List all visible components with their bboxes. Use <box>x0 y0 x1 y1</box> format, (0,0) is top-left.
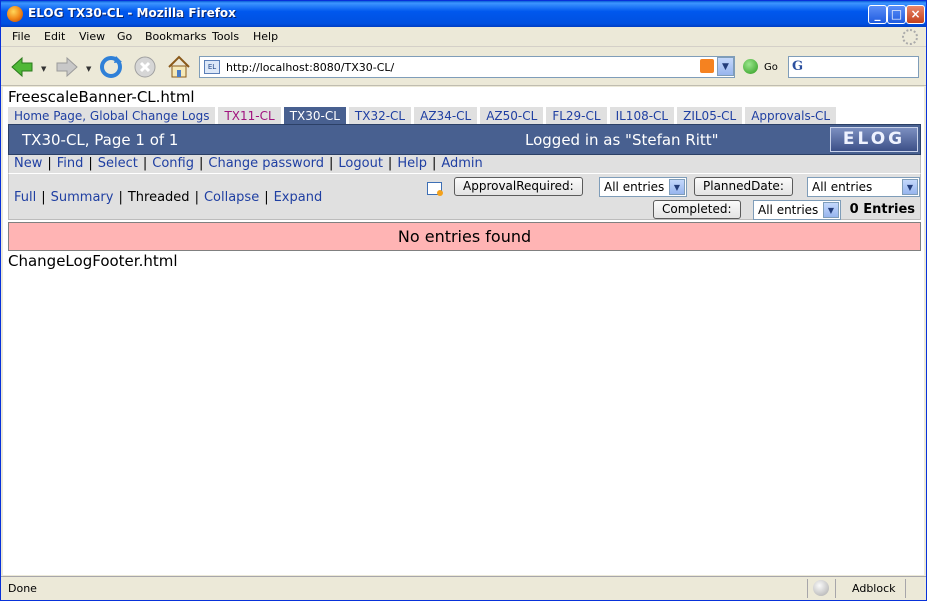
expand-link[interactable]: Expand <box>274 190 323 205</box>
admin-link[interactable]: Admin <box>441 156 482 171</box>
completed-button[interactable]: Completed: <box>653 200 741 219</box>
url-dropdown-icon[interactable]: ▼ <box>717 57 734 76</box>
help-link[interactable]: Help <box>397 156 427 171</box>
url-input[interactable]: EL http://localhost:8080/TX30-CL/ <box>199 56 735 78</box>
logged-in-user: Logged in as "Stefan Ritt" <box>525 131 719 149</box>
view-summary-link[interactable]: Summary <box>51 190 114 205</box>
menu-view[interactable]: View <box>79 30 105 43</box>
planned-date-button[interactable]: PlannedDate: <box>694 177 793 196</box>
page-title: TX30-CL, Page 1 of 1 <box>22 131 179 149</box>
browser-window: ELOG TX30-CL - Mozilla Firefox _ □ × Fil… <box>0 0 927 601</box>
status-text: Done <box>8 582 37 595</box>
logbook-header: TX30-CL, Page 1 of 1 Logged in as "Stefa… <box>8 124 921 155</box>
status-divider <box>835 579 836 598</box>
logbook-tabs: Home Page, Global Change Logs TX11-CL TX30… <box>8 107 839 125</box>
no-entries-message: No entries found <box>8 222 921 251</box>
status-bar: Done Adblock <box>1 576 926 600</box>
chevron-down-icon: ▼ <box>823 202 839 218</box>
menu-bar: File Edit View Go Bookmarks Tools Help <box>1 27 926 47</box>
menu-go[interactable]: Go <box>117 30 132 43</box>
navigation-toolbar: ▼ ▼ EL http://localhost:8080/TX30-CL/ ▼ … <box>1 48 926 86</box>
go-icon[interactable] <box>743 59 758 74</box>
menu-help[interactable]: Help <box>253 30 278 43</box>
entries-count: 0 Entries <box>849 202 915 217</box>
maximize-button[interactable]: □ <box>887 5 906 24</box>
forward-dropdown-icon[interactable]: ▼ <box>86 65 91 73</box>
back-dropdown-icon[interactable]: ▼ <box>41 65 46 73</box>
completed-select[interactable]: All entries ▼ <box>753 200 841 220</box>
url-text[interactable]: http://localhost:8080/TX30-CL/ <box>226 61 394 74</box>
collapse-link[interactable]: Collapse <box>204 190 259 205</box>
footer-text: ChangeLogFooter.html <box>8 252 178 270</box>
chevron-down-icon: ▼ <box>669 179 685 195</box>
firefox-icon <box>7 6 23 22</box>
status-divider <box>807 579 808 598</box>
find-link[interactable]: Find <box>57 156 84 171</box>
tab-az50-cl[interactable]: AZ50-CL <box>480 107 544 124</box>
window-title: ELOG TX30-CL - Mozilla Firefox <box>28 6 236 20</box>
title-bar: ELOG TX30-CL - Mozilla Firefox _ □ × <box>1 1 926 27</box>
back-arrow-icon[interactable] <box>9 54 35 80</box>
throbber-icon <box>902 29 918 45</box>
page-content: FreescaleBanner-CL.html Home Page, Globa… <box>3 87 924 575</box>
select-link[interactable]: Select <box>98 156 138 171</box>
new-link[interactable]: New <box>14 156 42 171</box>
search-engine-icon[interactable]: G <box>792 59 803 74</box>
elog-logo[interactable]: ELOG <box>830 127 918 152</box>
view-full-link[interactable]: Full <box>14 190 36 205</box>
tab-fl29-cl[interactable]: FL29-CL <box>546 107 607 124</box>
change-password-link[interactable]: Change password <box>208 156 324 171</box>
calendar-icon[interactable] <box>427 182 443 196</box>
config-link[interactable]: Config <box>152 156 194 171</box>
minimize-button[interactable]: _ <box>868 5 887 24</box>
tab-home-page[interactable]: Home Page, Global Change Logs <box>8 107 216 124</box>
rss-feed-icon[interactable] <box>700 59 714 73</box>
reload-icon[interactable] <box>98 54 124 80</box>
security-status-icon <box>813 580 829 596</box>
adblock-button[interactable]: Adblock <box>852 582 896 595</box>
status-divider <box>905 579 906 598</box>
home-icon[interactable] <box>166 54 192 80</box>
approval-required-button[interactable]: ApprovalRequired: <box>454 177 583 196</box>
planned-date-value: All entries <box>812 180 873 194</box>
search-input[interactable]: G <box>788 56 919 78</box>
approval-required-value: All entries <box>604 180 665 194</box>
view-mode-links: Full | Summary | Threaded | Collapse | Expand <box>14 190 323 205</box>
tab-az34-cl[interactable]: AZ34-CL <box>414 107 478 124</box>
stop-icon[interactable] <box>132 54 158 80</box>
tab-tx32-cl[interactable]: TX32-CL <box>348 107 412 124</box>
tab-approvals-cl[interactable]: Approvals-CL <box>745 107 837 124</box>
command-menu: New | Find | Select | Config | Change password | L… <box>8 155 921 173</box>
completed-value: All entries <box>758 203 819 217</box>
approval-required-select[interactable]: All entries ▼ <box>599 177 687 197</box>
chevron-down-icon: ▼ <box>902 179 918 195</box>
menu-edit[interactable]: Edit <box>44 30 65 43</box>
go-button[interactable]: Go <box>764 62 778 73</box>
planned-date-select[interactable]: All entries ▼ <box>807 177 920 197</box>
logout-link[interactable]: Logout <box>338 156 383 171</box>
forward-arrow-icon[interactable] <box>54 54 80 80</box>
menu-tools[interactable]: Tools <box>212 30 239 43</box>
view-threaded-current: Threaded <box>127 190 190 205</box>
menu-file[interactable]: File <box>12 30 30 43</box>
close-button[interactable]: × <box>906 5 925 24</box>
tab-tx30-cl[interactable]: TX30-CL <box>283 107 346 124</box>
site-favicon-icon: EL <box>204 60 220 74</box>
banner-text: FreescaleBanner-CL.html <box>8 88 195 106</box>
filter-bar: Full | Summary | Threaded | Collapse | Expand Ap… <box>8 173 921 220</box>
menu-bookmarks[interactable]: Bookmarks <box>145 30 206 43</box>
tab-il108-cl[interactable]: IL108-CL <box>609 107 675 124</box>
tab-tx11-cl[interactable]: TX11-CL <box>218 107 281 124</box>
tab-zil05-cl[interactable]: ZIL05-CL <box>677 107 743 124</box>
